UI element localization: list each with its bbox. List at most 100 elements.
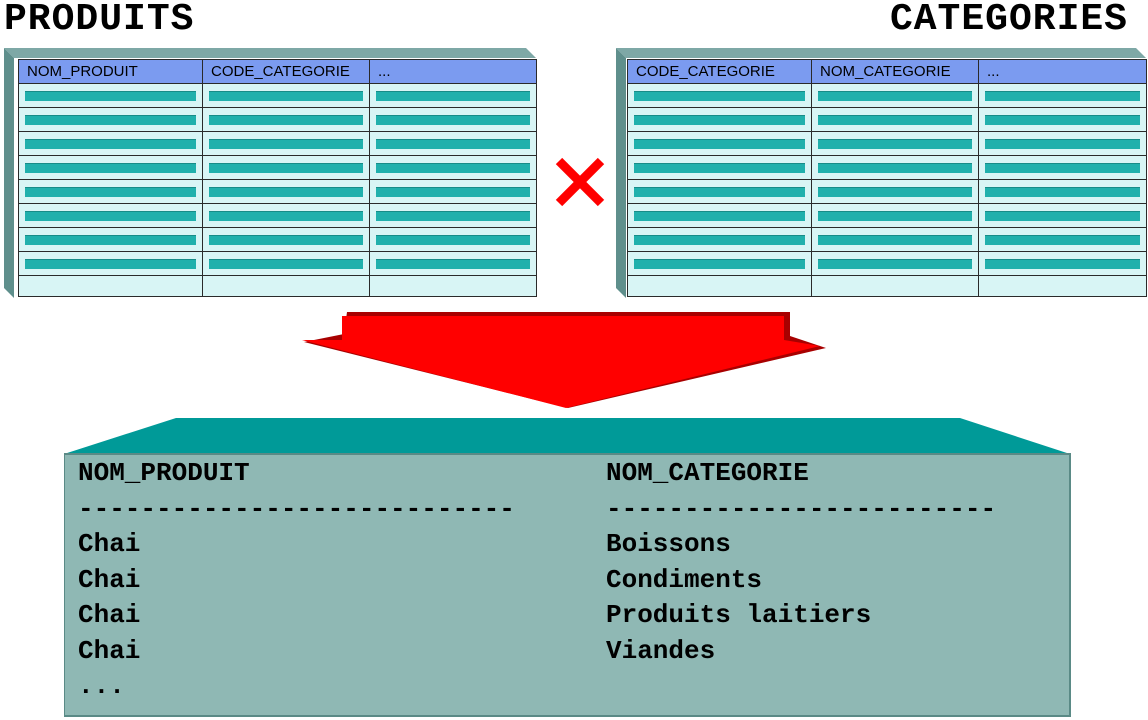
column-header: ...	[978, 59, 1147, 84]
table-cell	[627, 107, 812, 132]
table-cell	[627, 227, 812, 252]
cell-placeholder-bar	[985, 114, 1140, 125]
table-cell	[369, 203, 537, 228]
cell-placeholder-bar	[985, 138, 1140, 149]
cell-placeholder-bar	[634, 90, 805, 101]
cell-placeholder-bar	[634, 210, 805, 221]
result-row: Chai Produits laitiers	[78, 598, 1068, 634]
cell-placeholder-bar	[818, 138, 972, 149]
table-cell	[18, 203, 203, 228]
table-cell	[627, 155, 812, 180]
result-cell: Viandes	[606, 635, 716, 666]
cell-placeholder-bar	[25, 234, 196, 245]
cell-placeholder-bar	[985, 90, 1140, 101]
table-cell	[18, 227, 203, 252]
result-header-col2: NOM_CATEGORIE	[606, 458, 809, 488]
result-cell: ...	[78, 671, 125, 701]
header-row: NOM_PRODUIT CODE_CATEGORIE ...	[18, 59, 537, 84]
cell-placeholder-bar	[818, 90, 972, 101]
table-cell	[369, 83, 537, 108]
table-row	[627, 203, 1147, 228]
table-row	[18, 107, 537, 132]
result-cell: Chai	[78, 600, 141, 630]
table-cell	[202, 179, 370, 204]
table-cell	[627, 203, 812, 228]
cell-placeholder-bar	[985, 234, 1140, 245]
cell-placeholder-bar	[209, 138, 363, 149]
cell-placeholder-bar	[818, 162, 972, 173]
table-cell	[18, 83, 203, 108]
table-row	[18, 83, 537, 108]
table-cell	[202, 275, 370, 297]
table-row-empty	[18, 275, 537, 297]
cell-placeholder-bar	[25, 162, 196, 173]
table-cell	[811, 107, 979, 132]
categories-table: CODE_CATEGORIE NOM_CATEGORIE ...	[616, 46, 1148, 300]
cell-placeholder-bar	[376, 210, 530, 221]
cell-placeholder-bar	[209, 210, 363, 221]
cell-placeholder-bar	[376, 186, 530, 197]
table-cell	[978, 155, 1147, 180]
cell-placeholder-bar	[818, 114, 972, 125]
column-header: CODE_CATEGORIE	[202, 59, 370, 84]
cell-placeholder-bar	[818, 258, 972, 269]
table-cell	[811, 83, 979, 108]
table-row-empty	[627, 275, 1147, 297]
cell-placeholder-bar	[209, 258, 363, 269]
result-header-col1: NOM_PRODUIT	[78, 458, 250, 488]
cell-placeholder-bar	[376, 114, 530, 125]
table-cell	[202, 155, 370, 180]
table-cell	[811, 251, 979, 276]
result-cell: Boissons	[606, 529, 731, 559]
table-row	[18, 227, 537, 252]
cell-placeholder-bar	[634, 114, 805, 125]
table-row	[627, 107, 1147, 132]
cross-product-icon	[555, 157, 605, 207]
cell-placeholder-bar	[985, 210, 1140, 221]
header-row: CODE_CATEGORIE NOM_CATEGORIE ...	[627, 59, 1147, 84]
table-cell	[811, 275, 979, 297]
table-cell	[18, 155, 203, 180]
table-cell	[811, 131, 979, 156]
cell-placeholder-bar	[985, 258, 1140, 269]
result-cell: Condiments	[606, 564, 763, 595]
categories-grid: CODE_CATEGORIE NOM_CATEGORIE ...	[627, 59, 1147, 297]
table-cell	[18, 251, 203, 276]
result-header-row: NOM_PRODUIT NOM_CATEGORIE	[78, 456, 1068, 492]
column-header: CODE_CATEGORIE	[627, 59, 812, 84]
table-cell	[202, 131, 370, 156]
column-header: NOM_CATEGORIE	[811, 59, 979, 84]
table-cell	[369, 227, 537, 252]
cell-placeholder-bar	[376, 90, 530, 101]
result-cell: Produits laitiers	[606, 600, 872, 630]
cell-placeholder-bar	[25, 90, 196, 101]
cell-placeholder-bar	[818, 186, 972, 197]
table-cell	[627, 179, 812, 204]
table-row	[18, 179, 537, 204]
table-cell	[369, 275, 537, 297]
down-arrow-icon	[302, 312, 826, 408]
table-cell	[978, 275, 1147, 297]
cell-placeholder-bar	[634, 186, 805, 197]
produits-table: NOM_PRODUIT CODE_CATEGORIE ...	[4, 46, 538, 300]
produits-title: PRODUITS	[4, 0, 195, 41]
table-cell	[978, 131, 1147, 156]
table-cell	[369, 251, 537, 276]
table-cell	[627, 275, 812, 297]
table-cell	[18, 107, 203, 132]
cell-placeholder-bar	[634, 258, 805, 269]
cell-placeholder-bar	[634, 138, 805, 149]
table-cell	[18, 131, 203, 156]
table-row	[18, 155, 537, 180]
cell-placeholder-bar	[209, 186, 363, 197]
table-cell	[627, 131, 812, 156]
cell-placeholder-bar	[376, 258, 530, 269]
table-cell	[627, 251, 812, 276]
cell-placeholder-bar	[209, 114, 363, 125]
cell-placeholder-bar	[985, 186, 1140, 197]
table-cell	[369, 155, 537, 180]
result-text: NOM_PRODUIT NOM_CATEGORIE --------------…	[78, 456, 1068, 705]
table-row	[18, 251, 537, 276]
result-separator-col1: ----------------------------	[78, 493, 515, 524]
table-cell	[978, 107, 1147, 132]
